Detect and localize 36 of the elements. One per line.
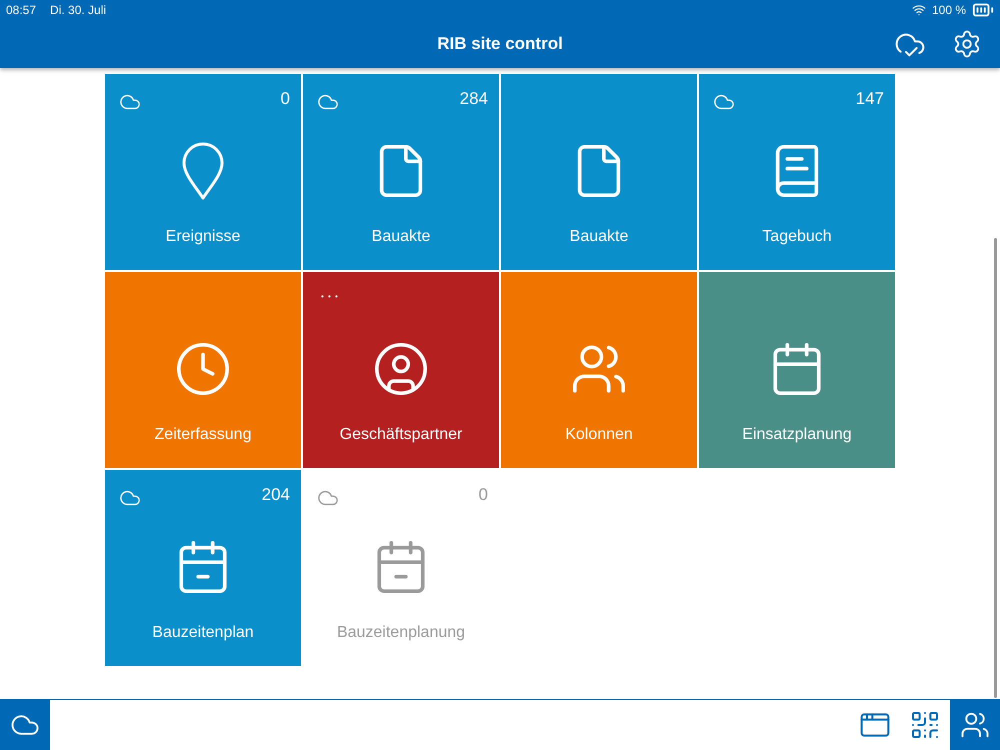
module-tile[interactable]: Kolonnen	[501, 272, 697, 468]
tile-label: Bauakte	[370, 228, 432, 246]
app-title: RIB site control	[437, 34, 563, 54]
tile-count: 0	[280, 89, 290, 109]
module-tile[interactable]: 147 Tagebuch	[699, 74, 895, 270]
tile-label: Einsatzplanung	[741, 426, 853, 444]
tile-label: Kolonnen	[564, 426, 634, 444]
user-icon	[372, 340, 430, 398]
tile-label: Bauzeitenplanung	[336, 624, 466, 642]
tile-count: 0	[478, 485, 488, 505]
pin-icon	[181, 142, 225, 200]
status-time: 08:57	[6, 3, 36, 17]
module-tile[interactable]: 204 Bauzeitenplan	[105, 470, 301, 666]
tile-count: 147	[856, 89, 884, 109]
tile-label: Tagebuch	[761, 228, 833, 246]
wifi-icon	[912, 3, 926, 17]
module-tile[interactable]: Zeiterfassung	[105, 272, 301, 468]
status-date: Di. 30. Juli	[50, 3, 106, 17]
module-tile[interactable]: Bauakte	[501, 74, 697, 270]
module-tile[interactable]: 284 Bauakte	[303, 74, 499, 270]
cloud-icon[interactable]	[0, 700, 50, 750]
settings-icon[interactable]	[952, 29, 982, 59]
tile-label: Ereignisse	[164, 228, 242, 246]
tile-label: Geschäftspartner	[338, 426, 464, 444]
tile-count: 204	[262, 485, 290, 505]
battery-percent: 100 %	[932, 3, 966, 17]
progress-dots: • • •	[321, 292, 339, 301]
users-icon[interactable]	[950, 700, 1000, 750]
tile-label: Bauzeitenplan	[151, 624, 255, 642]
module-tile[interactable]: • • • Geschäftspartner	[303, 272, 499, 468]
module-tile[interactable]: 0 Ereignisse	[105, 74, 301, 270]
clock-icon	[174, 340, 232, 398]
tile-label: Bauakte	[568, 228, 630, 246]
tile-label: Zeiterfassung	[154, 426, 252, 444]
tile-count: 284	[460, 89, 488, 109]
module-tile[interactable]: Einsatzplanung	[699, 272, 895, 468]
